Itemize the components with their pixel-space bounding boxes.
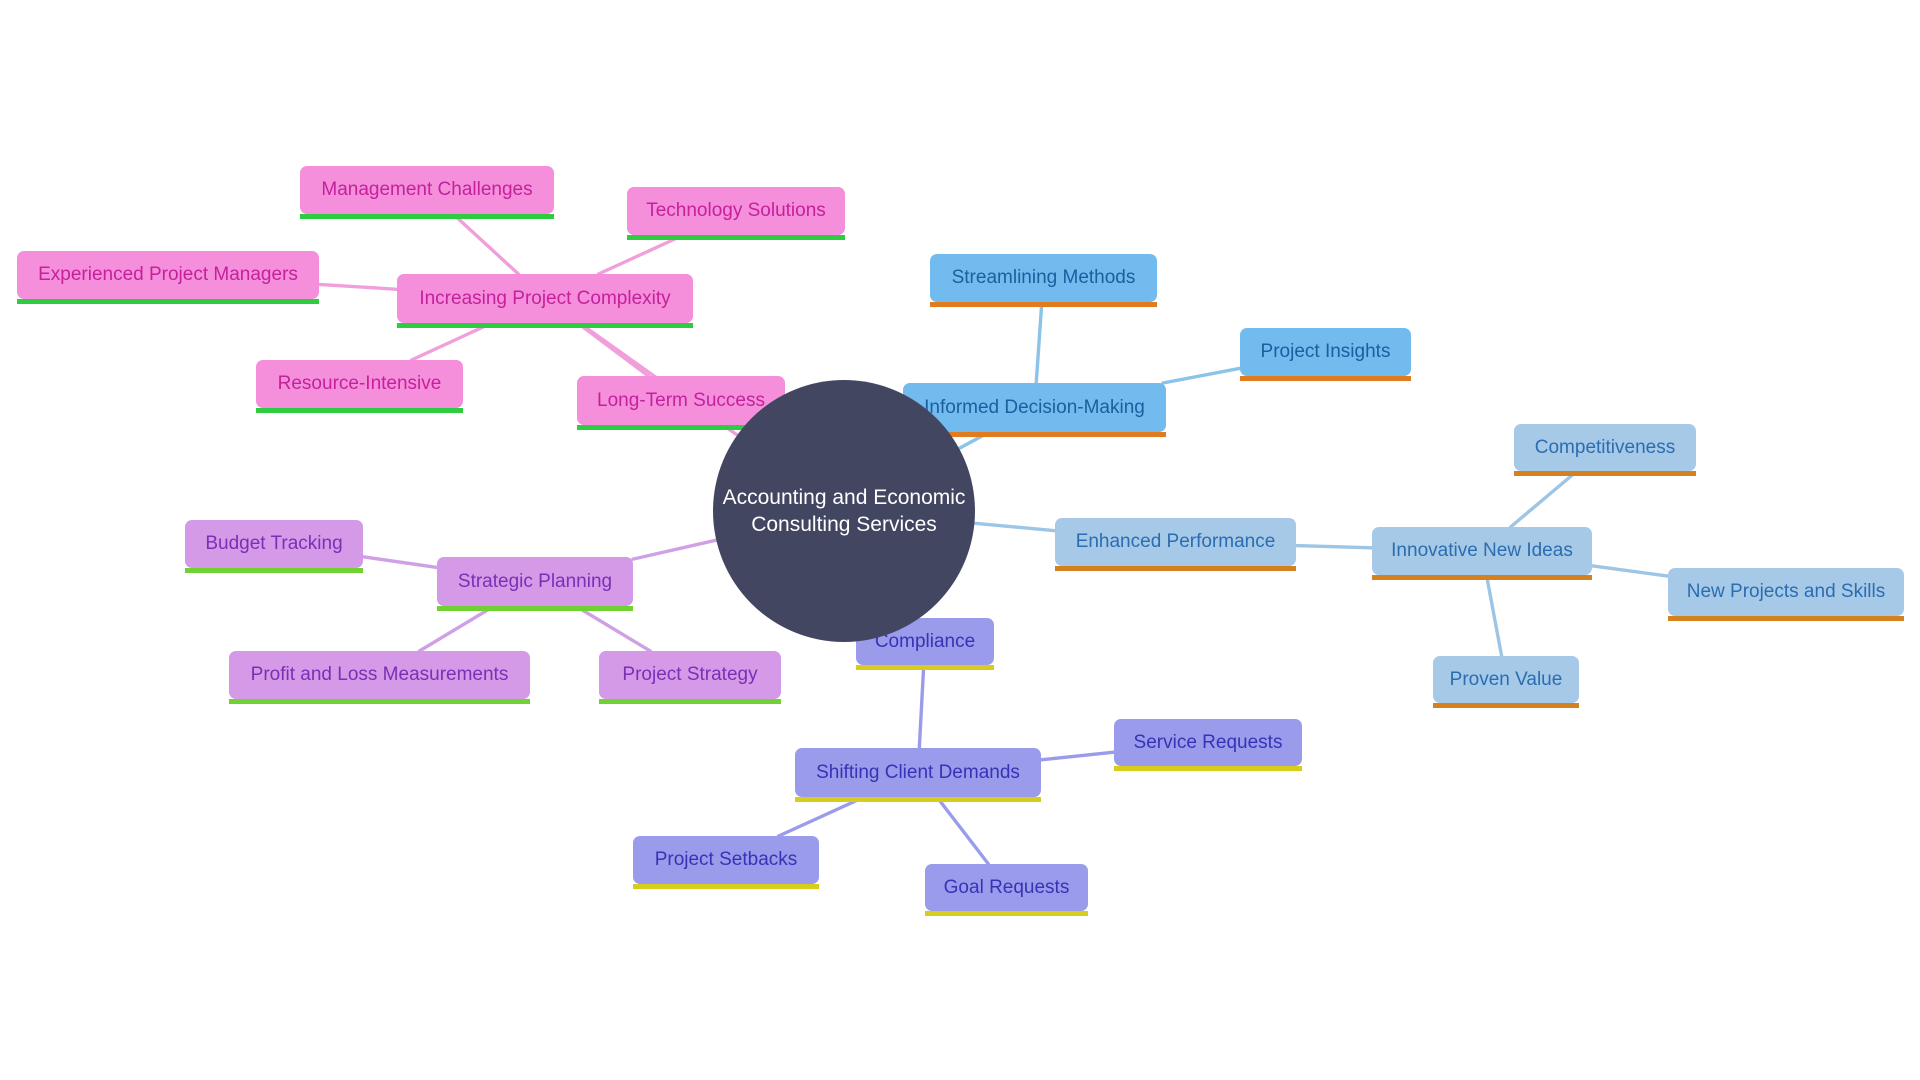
node-accent-competitiveness [1514,471,1696,476]
node-accent-resource_intensive [256,408,463,413]
node-accent-goal_requests [925,911,1088,916]
node-accent-proven_value [1433,703,1579,708]
node-budget_tracking[interactable]: Budget Tracking [185,520,363,573]
node-accent-project_insights [1240,376,1411,381]
node-enhanced_performance[interactable]: Enhanced Performance [1055,518,1296,571]
node-accent-management_challenges [300,214,554,219]
node-label-budget_tracking: Budget Tracking [205,533,343,555]
edge-innovative_new_ideas-to-proven_value [1484,573,1504,658]
node-project_strategy[interactable]: Project Strategy [599,651,781,704]
edge-shifting_client_demands-to-project_setbacks [776,795,866,838]
edge-increasing_project_complexity-to-technology_solutions [596,233,686,276]
node-increasing_project_complexity[interactable]: Increasing Project Complexity [397,274,693,328]
node-accent-project_strategy [599,699,781,704]
node-accent-innovative_new_ideas [1372,575,1592,580]
node-accent-project_setbacks [633,884,819,889]
edge-shifting_client_demands-to-goal_requests [935,795,991,866]
node-label-competitiveness: Competitiveness [1534,436,1676,458]
node-label-strategic_planning: Strategic Planning [457,570,613,592]
node-label-enhanced_performance: Enhanced Performance [1075,531,1276,553]
node-accent-enhanced_performance [1055,566,1296,571]
node-innovative_new_ideas[interactable]: Innovative New Ideas [1372,527,1592,580]
edge-strategic_planning-to-project_strategy [573,604,652,653]
node-label-service_requests: Service Requests [1133,731,1283,753]
node-label-new_projects_and_skills: New Projects and Skills [1686,581,1886,603]
node-label-innovative_new_ideas: Innovative New Ideas [1391,540,1573,562]
node-label-streamlining_methods: Streamlining Methods [951,267,1136,289]
node-label-project_insights: Project Insights [1260,341,1391,363]
edge-innovative_new_ideas-to-new_projects_and_skills [1590,564,1670,578]
root-label-line2: Consulting Services [751,513,937,536]
node-label-proven_value: Proven Value [1449,668,1563,690]
edge-informed_decision_making-to-project_insights [1161,366,1242,385]
node-service_requests[interactable]: Service Requests [1114,719,1302,771]
node-label-informed_decision_making: Informed Decision-Making [924,396,1145,418]
node-label-compliance: Compliance [874,630,976,652]
node-accent-streamlining_methods [930,302,1157,307]
node-label-profit_and_loss_measurements: Profit and Loss Measurements [250,664,509,686]
node-accent-technology_solutions [627,235,845,240]
node-label-experienced_project_managers: Experienced Project Managers [38,264,298,286]
node-accent-experienced_project_managers [17,299,319,304]
edge-root-to-strategic_planning [631,537,720,561]
node-project_setbacks[interactable]: Project Setbacks [633,836,819,889]
node-label-goal_requests: Goal Requests [943,876,1070,898]
node-experienced_project_managers[interactable]: Experienced Project Managers [17,251,319,304]
node-new_projects_and_skills[interactable]: New Projects and Skills [1668,568,1904,621]
node-label-project_strategy: Project Strategy [622,664,758,686]
node-label-increasing_project_complexity: Increasing Project Complexity [419,287,671,309]
node-label-long_term_success: Long-Term Success [597,389,765,411]
edge-root-to-enhanced_performance [970,521,1057,533]
node-streamlining_methods[interactable]: Streamlining Methods [930,254,1157,307]
node-project_insights[interactable]: Project Insights [1240,328,1411,381]
node-label-shifting_client_demands: Shifting Client Demands [816,761,1020,783]
node-profit_and_loss_measurements[interactable]: Profit and Loss Measurements [229,651,530,704]
node-label-project_setbacks: Project Setbacks [654,849,798,871]
node-accent-shifting_client_demands [795,797,1041,802]
node-accent-budget_tracking [185,568,363,573]
root-node[interactable]: Accounting and Economic Consulting Servi… [713,380,975,642]
node-competitiveness[interactable]: Competitiveness [1514,424,1696,476]
node-label-technology_solutions: Technology Solutions [646,200,826,222]
edge-strategic_planning-to-budget_tracking [361,555,439,570]
root-label: Accounting and Economic Consulting Servi… [723,484,966,539]
node-shifting_client_demands[interactable]: Shifting Client Demands [795,748,1041,802]
edge-shifting_client_demands-to-service_requests [1039,750,1116,762]
node-label-management_challenges: Management Challenges [321,179,533,201]
node-accent-service_requests [1114,766,1302,771]
root-label-line1: Accounting and Economic [722,485,966,509]
edge-strategic_planning-to-profit_and_loss_measurements [417,604,496,653]
node-resource_intensive[interactable]: Resource-Intensive [256,360,463,413]
edge-increasing_project_complexity-to-experienced_project_managers [317,282,399,291]
edge-innovative_new_ideas-to-competitiveness [1508,469,1579,529]
edge-enhanced_performance-to-innovative_new_ideas [1294,543,1374,550]
mindmap-canvas: Accounting and Economic Consulting Servi… [0,0,1920,1080]
node-accent-new_projects_and_skills [1668,616,1904,621]
node-label-resource_intensive: Resource-Intensive [277,373,442,395]
node-accent-compliance [856,665,994,670]
node-accent-increasing_project_complexity [397,323,693,328]
node-management_challenges[interactable]: Management Challenges [300,166,554,219]
edge-increasing_project_complexity-to-long_term_success [575,321,651,378]
edge-informed_decision_making-to-streamlining_methods [1034,300,1044,385]
edge-compliance-to-shifting_client_demands [917,663,926,750]
node-accent-profit_and_loss_measurements [229,699,530,704]
node-strategic_planning[interactable]: Strategic Planning [437,557,633,611]
node-goal_requests[interactable]: Goal Requests [925,864,1088,916]
edge-increasing_project_complexity-to-resource_intensive [409,321,494,362]
node-accent-strategic_planning [437,606,633,611]
edge-increasing_project_complexity-to-management_challenges [451,212,521,276]
node-technology_solutions[interactable]: Technology Solutions [627,187,845,240]
node-proven_value[interactable]: Proven Value [1433,656,1579,708]
